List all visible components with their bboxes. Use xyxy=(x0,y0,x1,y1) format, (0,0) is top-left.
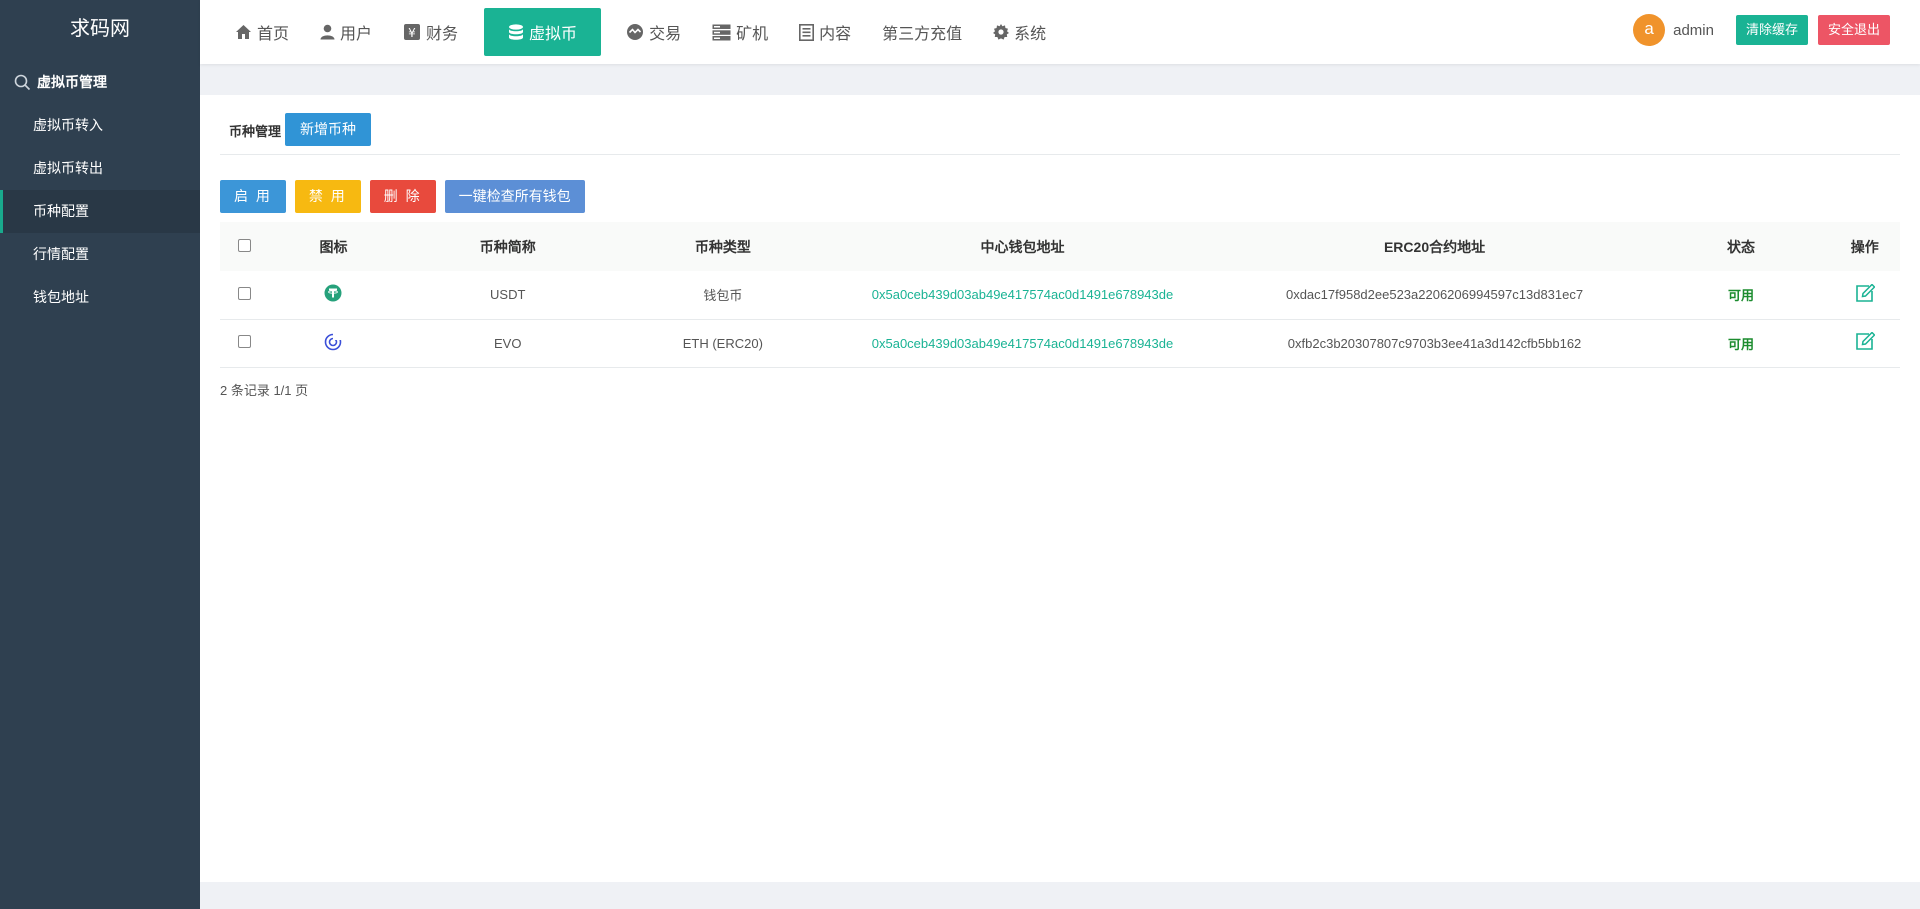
evo-coin-icon xyxy=(325,332,343,350)
user-area: a admin 清除缓存 安全退出 xyxy=(1633,14,1890,46)
header-wallet-address: 中心钱包地址 xyxy=(828,222,1217,271)
status-badge: 可用 xyxy=(1652,319,1830,368)
nav-user[interactable]: 用户 xyxy=(307,8,385,56)
wallet-address[interactable]: 0x5a0ceb439d03ab49e417574ac0d1491e678943… xyxy=(828,271,1217,320)
nav-content-label: 内容 xyxy=(819,26,852,43)
add-coin-button[interactable]: 新增币种 xyxy=(285,113,372,146)
logout-button[interactable]: 安全退出 xyxy=(1817,15,1890,45)
nav-system[interactable]: 系统 xyxy=(980,8,1059,56)
nav-content[interactable]: 内容 xyxy=(786,8,864,56)
svg-text:¥: ¥ xyxy=(408,26,416,40)
edit-button[interactable] xyxy=(1855,331,1876,354)
gear-icon xyxy=(993,24,1010,40)
avatar[interactable]: a xyxy=(1633,14,1666,46)
document-icon xyxy=(799,23,815,41)
nav-third-party-label: 第三方充值 xyxy=(882,26,963,43)
card-header: 币种管理 新增币种 xyxy=(220,113,1900,155)
delete-button[interactable]: 删 除 xyxy=(369,180,436,213)
nav-home-label: 首页 xyxy=(257,26,290,43)
sidebar: 求码网 虚拟币管理 虚拟币转入 虚拟币转出 币种配置 行情配置 钱包地址 xyxy=(0,0,200,909)
main-nav: 首页 用户 ¥ 财务 虚拟币 交易 矿机 内容 第三方充值 系统 xyxy=(200,0,1064,64)
coin-symbol: USDT xyxy=(398,271,618,320)
nav-trade-label: 交易 xyxy=(649,26,682,43)
header-contract-address: ERC20合约地址 xyxy=(1216,222,1653,271)
contract-address: 0xdac17f958d2ee523a2206206994597c13d831e… xyxy=(1216,271,1653,320)
enable-button[interactable]: 启 用 xyxy=(220,180,286,213)
sidebar-item-deposit[interactable]: 虚拟币转入 xyxy=(0,104,200,147)
pagination-info: 2 条记录 1/1 页 xyxy=(220,383,309,398)
home-icon xyxy=(236,25,251,39)
sidebar-section-title: 虚拟币管理 xyxy=(0,60,200,104)
coin-table: 图标 币种简称 币种类型 中心钱包地址 ERC20合约地址 状态 操作 USDT… xyxy=(220,222,1900,368)
table-header-row: 图标 币种简称 币种类型 中心钱包地址 ERC20合约地址 状态 操作 xyxy=(220,222,1900,271)
status-badge: 可用 xyxy=(1652,271,1830,320)
header-icon: 图标 xyxy=(268,222,399,271)
edit-button[interactable] xyxy=(1855,283,1876,306)
coin-type: 钱包币 xyxy=(617,271,829,320)
check-all-wallets-button[interactable]: 一键检查所有钱包 xyxy=(444,180,585,213)
exchange-icon xyxy=(627,24,644,40)
sidebar-item-market-config[interactable]: 行情配置 xyxy=(0,233,200,276)
nav-finance[interactable]: ¥ 财务 xyxy=(390,8,471,56)
main-content: 币种管理 新增币种 启 用 禁 用 删 除 一键检查所有钱包 图标 币种简称 币… xyxy=(200,95,1920,882)
row-checkbox[interactable] xyxy=(237,286,251,300)
select-all-cell xyxy=(220,222,269,271)
edit-icon xyxy=(1855,331,1876,350)
usdt-coin-icon xyxy=(324,284,342,302)
sidebar-item-wallet-address[interactable]: 钱包地址 xyxy=(0,276,200,319)
nav-user-label: 用户 xyxy=(340,26,373,43)
wallet-address[interactable]: 0x5a0ceb439d03ab49e417574ac0d1491e678943… xyxy=(828,319,1217,368)
nav-virtual-coin-label: 虚拟币 xyxy=(529,26,578,43)
header-status: 状态 xyxy=(1652,222,1830,271)
table-row: USDT 钱包币 0x5a0ceb439d03ab49e417574ac0d14… xyxy=(220,271,1900,320)
edit-icon xyxy=(1855,283,1876,302)
sidebar-section-label: 虚拟币管理 xyxy=(37,74,107,90)
nav-miner-label: 矿机 xyxy=(736,26,769,43)
header-symbol: 币种简称 xyxy=(398,222,618,271)
coin-symbol: EVO xyxy=(398,319,618,368)
nav-trade[interactable]: 交易 xyxy=(613,8,694,56)
nav-home[interactable]: 首页 xyxy=(222,8,302,56)
nav-system-label: 系统 xyxy=(1014,26,1047,43)
server-icon xyxy=(712,24,731,40)
nav-miner[interactable]: 矿机 xyxy=(699,8,781,56)
table-row: EVO ETH (ERC20) 0x5a0ceb439d03ab49e41757… xyxy=(220,319,1900,368)
row-checkbox[interactable] xyxy=(237,335,251,348)
username[interactable]: admin xyxy=(1673,22,1714,39)
database-icon xyxy=(509,23,524,40)
table-toolbar: 启 用 禁 用 删 除 一键检查所有钱包 xyxy=(220,180,594,213)
page-title: 币种管理 xyxy=(229,124,282,139)
clear-cache-button[interactable]: 清除缓存 xyxy=(1735,15,1808,45)
nav-finance-label: 财务 xyxy=(426,26,459,43)
header-actions: 操作 xyxy=(1829,222,1900,271)
nav-virtual-coin[interactable]: 虚拟币 xyxy=(484,8,602,56)
disable-button[interactable]: 禁 用 xyxy=(294,180,361,213)
nav-third-party-recharge[interactable]: 第三方充值 xyxy=(869,8,975,56)
coin-type: ETH (ERC20) xyxy=(617,319,829,368)
contract-address: 0xfb2c3b20307807c9703b3ee41a3d142cfb5bb1… xyxy=(1216,319,1653,368)
search-icon xyxy=(14,74,31,90)
app-logo: 求码网 xyxy=(70,18,130,40)
user-icon xyxy=(320,24,335,40)
finance-icon: ¥ xyxy=(404,24,421,40)
sidebar-item-withdraw[interactable]: 虚拟币转出 xyxy=(0,147,200,190)
top-navbar: 首页 用户 ¥ 财务 虚拟币 交易 矿机 内容 第三方充值 系统 a admin… xyxy=(200,0,1920,64)
sidebar-item-coin-config[interactable]: 币种配置 xyxy=(0,190,200,233)
header-type: 币种类型 xyxy=(617,222,829,271)
select-all-checkbox[interactable] xyxy=(237,238,251,252)
